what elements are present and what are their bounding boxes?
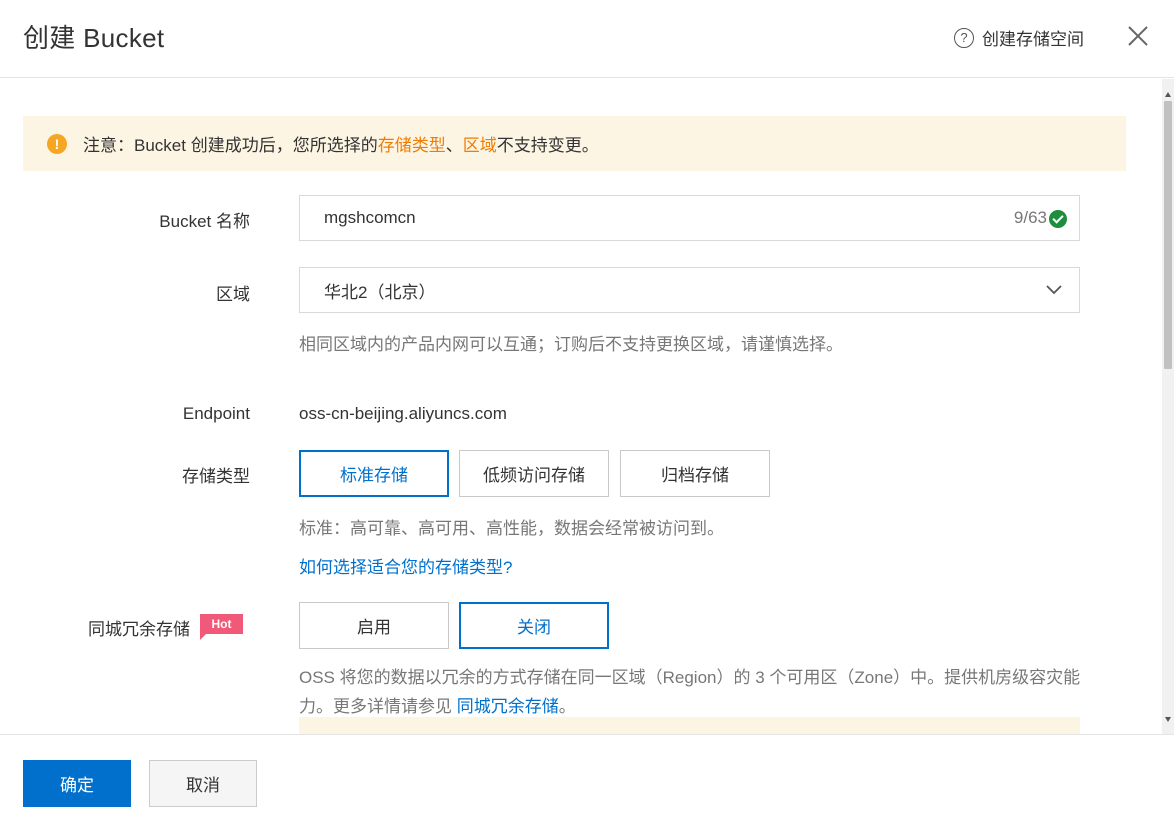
zone-redundancy-desc: OSS 将您的数据以冗余的方式存储在同一区域（Region）的 3 个可用区（Z… xyxy=(299,663,1099,721)
dialog-title: 创建 Bucket xyxy=(23,23,165,53)
scroll-down-arrow-icon[interactable] xyxy=(1165,717,1171,722)
region-label: 区域 xyxy=(216,285,250,304)
storage-class-label: 存储类型 xyxy=(182,467,250,486)
hot-badge: Hot xyxy=(200,614,243,640)
zone-redundancy-desc-end: 。 xyxy=(558,697,576,716)
zone-redundancy-enable[interactable]: 启用 xyxy=(299,602,449,649)
scroll-up-arrow-icon[interactable] xyxy=(1165,92,1171,97)
check-circle-icon xyxy=(1049,210,1067,228)
warning-icon: ! xyxy=(47,133,67,154)
zone-redundancy-doc-link[interactable]: 同城冗余存储 xyxy=(457,697,559,716)
storage-class-archive[interactable]: 归档存储 xyxy=(620,450,770,497)
scrollbar[interactable] xyxy=(1162,79,1174,734)
bucket-name-value: mgshcomcn xyxy=(324,208,416,227)
zone-redundancy-desc-text: OSS 将您的数据以冗余的方式存储在同一区域（Region）的 3 个可用区（Z… xyxy=(299,668,1081,716)
bucket-name-input[interactable]: mgshcomcn 9/63 xyxy=(299,195,1080,241)
chevron-down-icon xyxy=(1046,285,1062,295)
storage-class-standard[interactable]: 标准存储 xyxy=(299,450,449,497)
help-link[interactable]: ? 创建存储空间 xyxy=(954,25,1084,50)
notice-prefix: 注意：Bucket 创建成功后，您所选择的 xyxy=(83,136,378,155)
zone-redundancy-label: 同城冗余存储 xyxy=(88,620,190,639)
notice-banner: ! 注意：Bucket 创建成功后，您所选择的 存储类型、区域 不支持变更。 xyxy=(23,116,1126,171)
confirm-button[interactable]: 确定 xyxy=(23,760,131,807)
region-hint: 相同区域内的产品内网可以互通；订购后不支持更换区域，请谨慎选择。 xyxy=(299,335,843,354)
dialog-header: 创建 Bucket ? 创建存储空间 xyxy=(0,0,1174,78)
endpoint-label: Endpoint xyxy=(182,404,250,423)
region-select[interactable]: 华北2（北京） xyxy=(299,267,1080,313)
dialog-footer: 确定 取消 xyxy=(0,734,1174,819)
scrollbar-thumb[interactable] xyxy=(1164,101,1172,369)
endpoint-value: oss-cn-beijing.aliyuncs.com xyxy=(299,404,507,423)
notice-suffix: 不支持变更。 xyxy=(496,136,599,155)
bucket-name-label: Bucket 名称 xyxy=(159,212,250,231)
question-icon: ? xyxy=(954,27,974,48)
close-icon[interactable] xyxy=(1124,22,1152,50)
notice-highlight-region: 区域 xyxy=(462,136,497,155)
notice-highlight-storage-type: 存储类型 xyxy=(377,136,446,155)
bucket-name-counter: 9/63 xyxy=(1013,208,1047,227)
storage-class-hint: 标准：高可靠、高可用、高性能，数据会经常被访问到。 xyxy=(299,519,724,538)
storage-class-infrequent[interactable]: 低频访问存储 xyxy=(459,450,609,497)
help-link-label: 创建存储空间 xyxy=(982,30,1084,49)
cancel-button[interactable]: 取消 xyxy=(149,760,257,807)
storage-class-help-link[interactable]: 如何选择适合您的存储类型? xyxy=(299,553,512,578)
notice-separator: 、 xyxy=(445,136,463,155)
notice-strip xyxy=(299,717,1080,734)
dialog-body: ! 注意：Bucket 创建成功后，您所选择的 存储类型、区域 不支持变更。 B… xyxy=(0,79,1162,734)
zone-redundancy-disable[interactable]: 关闭 xyxy=(459,602,609,649)
region-selected-value: 华北2（北京） xyxy=(324,282,436,302)
